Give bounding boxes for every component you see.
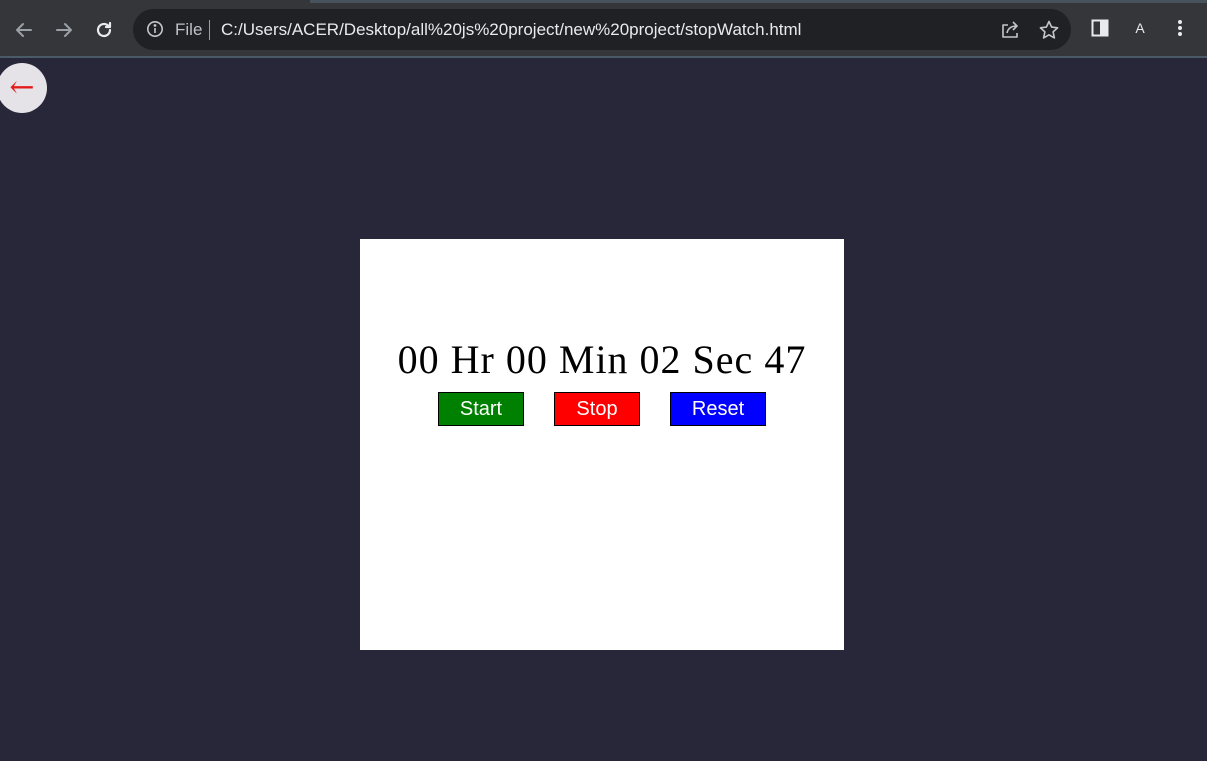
profile-button[interactable]: A [1129, 17, 1151, 39]
menu-button[interactable] [1169, 17, 1191, 39]
tab-strip-edge [310, 0, 1207, 3]
reload-button[interactable] [88, 14, 120, 46]
omnibox-divider [209, 20, 210, 40]
info-icon[interactable] [146, 20, 164, 38]
forward-button[interactable] [48, 14, 80, 46]
reload-icon [96, 21, 112, 38]
url-text[interactable]: C:/Users/ACER/Desktop/all%20js%20project… [221, 20, 801, 40]
side-panel-button[interactable] [1089, 17, 1111, 39]
profile-icon: A [1135, 20, 1145, 36]
address-bar[interactable]: File C:/Users/ACER/Desktop/all%20js%20pr… [133, 9, 1071, 50]
stopwatch-card: 00 Hr 00 Min 02 Sec 47 Start Stop Reset [360, 239, 844, 650]
browser-toolbar: File C:/Users/ACER/Desktop/all%20js%20pr… [0, 0, 1207, 58]
star-icon[interactable] [1038, 19, 1060, 41]
scheme-label: File [175, 20, 203, 39]
forward-arrow-icon [56, 23, 72, 37]
stop-button[interactable]: Stop [554, 392, 640, 426]
share-icon[interactable] [999, 19, 1021, 41]
back-button[interactable] [8, 14, 40, 46]
reset-button[interactable]: Reset [670, 392, 766, 426]
start-button[interactable]: Start [438, 392, 524, 426]
side-panel-icon [1091, 19, 1109, 37]
back-arrow-icon [16, 23, 32, 37]
stopwatch-display: 00 Hr 00 Min 02 Sec 47 [397, 337, 807, 382]
back-link-button[interactable]: ← [0, 63, 47, 113]
menu-icon [1178, 20, 1182, 36]
